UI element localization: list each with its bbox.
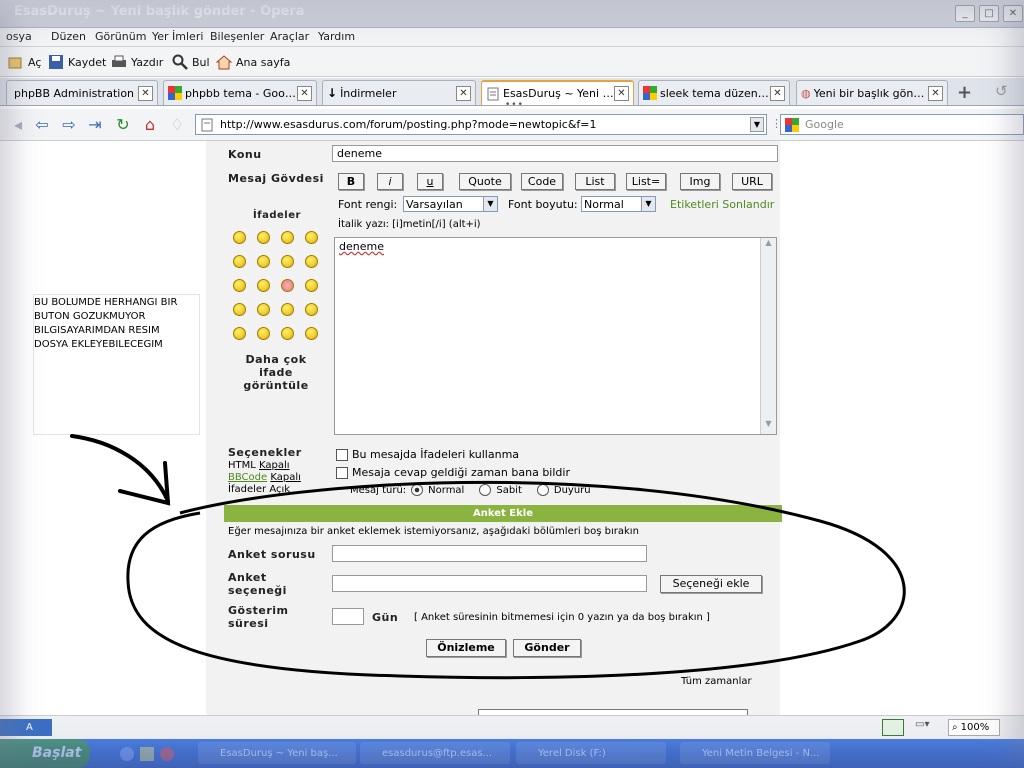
- window-titlebar: EsasDuruş ~ Yeni başlık gönder - Opera _…: [0, 0, 1024, 28]
- tab-label: phpBB Administration: [14, 86, 135, 100]
- new-tab-plus-icon[interactable]: +: [957, 82, 972, 103]
- wand-icon[interactable]: ♢: [167, 115, 187, 135]
- google-icon: [785, 117, 799, 132]
- menu-view[interactable]: Görünüm: [95, 30, 146, 43]
- tab-new-topic[interactable]: ◍ Yeni bir başlık gönder ✕: [796, 80, 948, 105]
- address-bar-row: ◂ ⇦ ⇨ ⇥ ↻ ⌂ ♢ http://www.esasdurus.com/f…: [0, 109, 1024, 141]
- home-icon: [216, 55, 232, 70]
- maximize-button[interactable]: □: [979, 5, 999, 22]
- task-item[interactable]: EsasDuruş ~ Yeni baş...: [198, 742, 356, 764]
- print-icon: [112, 55, 126, 67]
- status-bar: A ▭▾ ⌕ 100%: [0, 715, 1024, 739]
- status-left-label: A: [26, 722, 33, 733]
- quicklaunch-icons: [120, 747, 180, 761]
- menu-tools[interactable]: Araçlar: [270, 30, 309, 43]
- close-tab-icon[interactable]: ✕: [770, 85, 785, 101]
- tab-esasdurus-active[interactable]: EsasDuruş ~ Yeni b... ✕: [481, 80, 634, 105]
- minimize-button[interactable]: _: [955, 5, 975, 22]
- home-label: Ana sayfa: [236, 55, 291, 69]
- download-arrow-icon: ↓: [327, 86, 338, 100]
- home-nav-icon[interactable]: ⌂: [140, 115, 160, 135]
- task-item[interactable]: esasdurus@ftp.esas...: [360, 742, 510, 764]
- google-icon: [168, 86, 182, 100]
- url-text: http://www.esasdurus.com/forum/posting.p…: [220, 118, 597, 131]
- google-icon: [643, 86, 657, 100]
- open-button[interactable]: Aç: [8, 54, 41, 70]
- back-icon[interactable]: ⇦: [32, 115, 52, 135]
- tab-downloads[interactable]: ↓ İndirmeler ✕: [322, 80, 476, 105]
- back-all-icon[interactable]: ◂: [8, 115, 28, 135]
- close-tab-icon[interactable]: ✕: [928, 85, 943, 101]
- tab-label: phpbb tema - Googl...: [185, 86, 297, 100]
- close-tab-icon[interactable]: ✕: [614, 86, 629, 101]
- opera-icon[interactable]: [160, 747, 174, 761]
- open-label: Aç: [28, 55, 42, 69]
- tab-label: Yeni bir başlık gönder: [813, 86, 928, 100]
- menu-help[interactable]: Yardım: [318, 30, 355, 43]
- view-mode-icon[interactable]: ▭▾: [915, 719, 939, 736]
- globe-icon: ◍: [801, 86, 811, 100]
- print-button[interactable]: Yazdır: [111, 54, 163, 70]
- zoom-control[interactable]: ⌕ 100%: [948, 719, 1000, 736]
- scribble-annotation: [70, 434, 906, 680]
- save-label: Kaydet: [68, 55, 107, 69]
- home-button[interactable]: Ana sayfa: [216, 54, 290, 70]
- menu-bookmarks[interactable]: Yer İmleri: [152, 30, 203, 43]
- find-button[interactable]: Bul: [172, 54, 210, 70]
- folder-icon[interactable]: [140, 747, 154, 761]
- window-title: EsasDuruş ~ Yeni başlık gönder - Opera: [14, 4, 305, 19]
- menu-file[interactable]: osya: [6, 30, 32, 43]
- search-placeholder: Google: [805, 118, 844, 131]
- save-button[interactable]: Kaydet: [48, 54, 106, 70]
- find-label: Bul: [192, 55, 210, 69]
- close-tab-icon[interactable]: ✕: [456, 85, 471, 101]
- magnifier-icon: ⌕: [952, 722, 958, 733]
- task-item[interactable]: Yeni Metin Belgesi - N...: [680, 742, 830, 764]
- url-dropdown-icon[interactable]: ▼: [750, 117, 764, 132]
- menu-edit[interactable]: Düzen: [51, 30, 86, 43]
- url-field[interactable]: http://www.esasdurus.com/forum/posting.p…: [195, 114, 767, 135]
- open-icon: [8, 57, 22, 69]
- main-toolbar: Aç Kaydet Yazdır Bul Ana sayfa: [0, 47, 1024, 77]
- zoom-value: 100%: [960, 722, 990, 733]
- print-label: Yazdır: [131, 55, 164, 69]
- search-field[interactable]: Google: [780, 114, 1024, 135]
- close-window-button[interactable]: ✕: [1003, 5, 1023, 22]
- taskbar: Başlat EsasDuruş ~ Yeni baş... esasdurus…: [0, 739, 1024, 768]
- circle-stroke: [126, 480, 906, 680]
- close-tab-icon[interactable]: ✕: [297, 85, 312, 101]
- close-tab-icon[interactable]: ✕: [138, 85, 153, 101]
- page-content: BU BOLUMDE HERHANGI BIR BUTON GOZUKMUYOR…: [0, 141, 1024, 715]
- ie-icon[interactable]: [120, 747, 134, 761]
- menu-bar: osya Düzen Görünüm Yer İmleri Bileşenler…: [0, 28, 1024, 47]
- tab-label: sleek tema düzenle...: [660, 86, 770, 100]
- menu-widgets[interactable]: Bileşenler: [210, 30, 264, 43]
- save-icon: [49, 55, 63, 69]
- tab-phpbb-tema[interactable]: phpbb tema - Googl... ✕: [163, 80, 317, 105]
- status-left-button[interactable]: A: [0, 719, 52, 736]
- closed-tabs-icon[interactable]: ↺: [995, 82, 1008, 100]
- panel-toggle-icon[interactable]: [882, 719, 904, 736]
- task-item[interactable]: Yerel Disk (F:): [516, 742, 666, 764]
- fast-forward-icon[interactable]: ⇥: [85, 115, 105, 135]
- tab-sleek-tema[interactable]: sleek tema düzenle... ✕: [638, 80, 790, 105]
- forward-icon[interactable]: ⇨: [59, 115, 79, 135]
- reload-icon[interactable]: ↻: [113, 115, 133, 135]
- tab-label: EsasDuruş ~ Yeni b...: [503, 87, 614, 100]
- page-icon: [201, 118, 213, 131]
- start-button[interactable]: Başlat: [0, 739, 90, 768]
- tab-phpbb-admin[interactable]: phpBB Administration ✕: [6, 80, 158, 105]
- magnifier-icon: [172, 54, 188, 70]
- tab-label: İndirmeler: [340, 86, 397, 100]
- page-icon: [487, 87, 499, 100]
